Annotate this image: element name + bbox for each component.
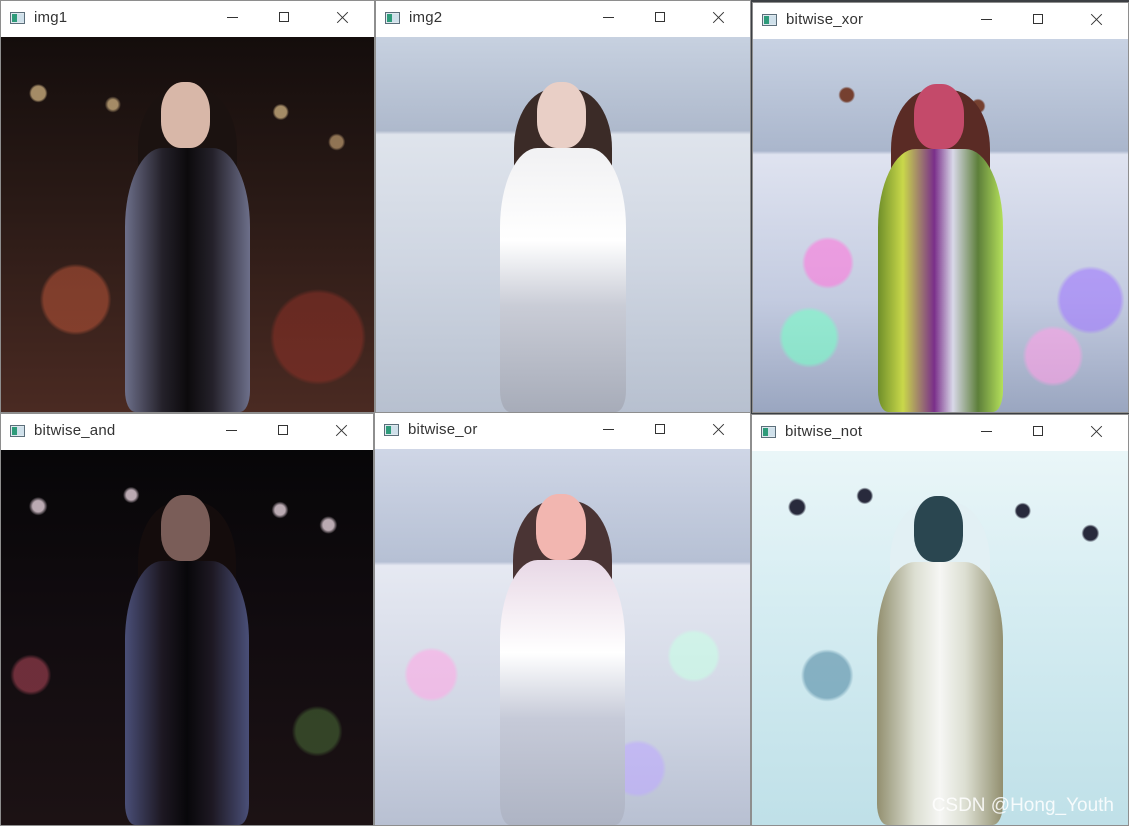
minimize-icon[interactable] — [217, 418, 247, 444]
portrait-figure — [858, 83, 1023, 412]
portrait-figure — [105, 82, 269, 412]
app-window-icon — [10, 12, 25, 24]
minimize-icon[interactable] — [972, 7, 1002, 33]
maximize-icon[interactable] — [269, 418, 299, 444]
minimize-icon[interactable] — [594, 5, 624, 31]
image-display — [375, 449, 750, 825]
window-title: bitwise_and — [34, 422, 116, 439]
minimize-icon[interactable] — [218, 5, 248, 31]
window-title: bitwise_or — [408, 421, 478, 438]
maximize-icon[interactable] — [646, 5, 676, 31]
portrait-figure — [857, 495, 1022, 825]
close-icon[interactable] — [1082, 7, 1112, 33]
title-bar[interactable]: bitwise_not — [752, 415, 1128, 451]
close-icon[interactable] — [327, 418, 357, 444]
window-bitwise-or[interactable]: bitwise_or — [374, 412, 751, 826]
title-bar[interactable]: bitwise_xor — [753, 3, 1128, 39]
window-bitwise-xor[interactable]: bitwise_xor — [752, 2, 1129, 413]
minimize-icon[interactable] — [594, 417, 624, 443]
close-icon[interactable] — [1082, 419, 1112, 445]
title-bar[interactable]: img1 — [1, 1, 374, 37]
image-display — [376, 37, 750, 412]
app-window-icon — [762, 14, 777, 26]
app-window-icon — [761, 426, 776, 438]
image-display — [1, 450, 373, 825]
maximize-icon[interactable] — [270, 5, 300, 31]
window-bitwise-and[interactable]: bitwise_and — [0, 413, 374, 826]
portrait-figure — [105, 495, 269, 825]
close-icon[interactable] — [704, 417, 734, 443]
app-window-icon — [385, 12, 400, 24]
title-bar[interactable]: bitwise_or — [375, 413, 750, 449]
app-window-icon — [10, 425, 25, 437]
image-display: CSDN @Hong_Youth — [752, 451, 1128, 825]
minimize-icon[interactable] — [972, 419, 1002, 445]
image-display — [1, 37, 374, 412]
watermark-text: CSDN @Hong_Youth — [931, 795, 1114, 816]
close-icon[interactable] — [328, 5, 358, 31]
title-bar[interactable]: img2 — [376, 1, 750, 37]
maximize-icon[interactable] — [1024, 419, 1054, 445]
portrait-figure — [481, 82, 646, 412]
portrait-figure — [480, 494, 645, 825]
window-title: bitwise_xor — [786, 11, 864, 28]
window-title: img1 — [34, 9, 68, 26]
maximize-icon[interactable] — [1024, 7, 1054, 33]
title-bar[interactable]: bitwise_and — [1, 414, 373, 450]
image-display — [753, 39, 1128, 412]
window-title: bitwise_not — [785, 423, 863, 440]
window-bitwise-not[interactable]: bitwise_not CSDN @Hong_Youth — [751, 414, 1129, 826]
window-img1[interactable]: img1 — [0, 0, 375, 413]
close-icon[interactable] — [704, 5, 734, 31]
window-title: img2 — [409, 9, 443, 26]
maximize-icon[interactable] — [646, 417, 676, 443]
app-window-icon — [384, 424, 399, 436]
window-img2[interactable]: img2 — [375, 0, 751, 413]
